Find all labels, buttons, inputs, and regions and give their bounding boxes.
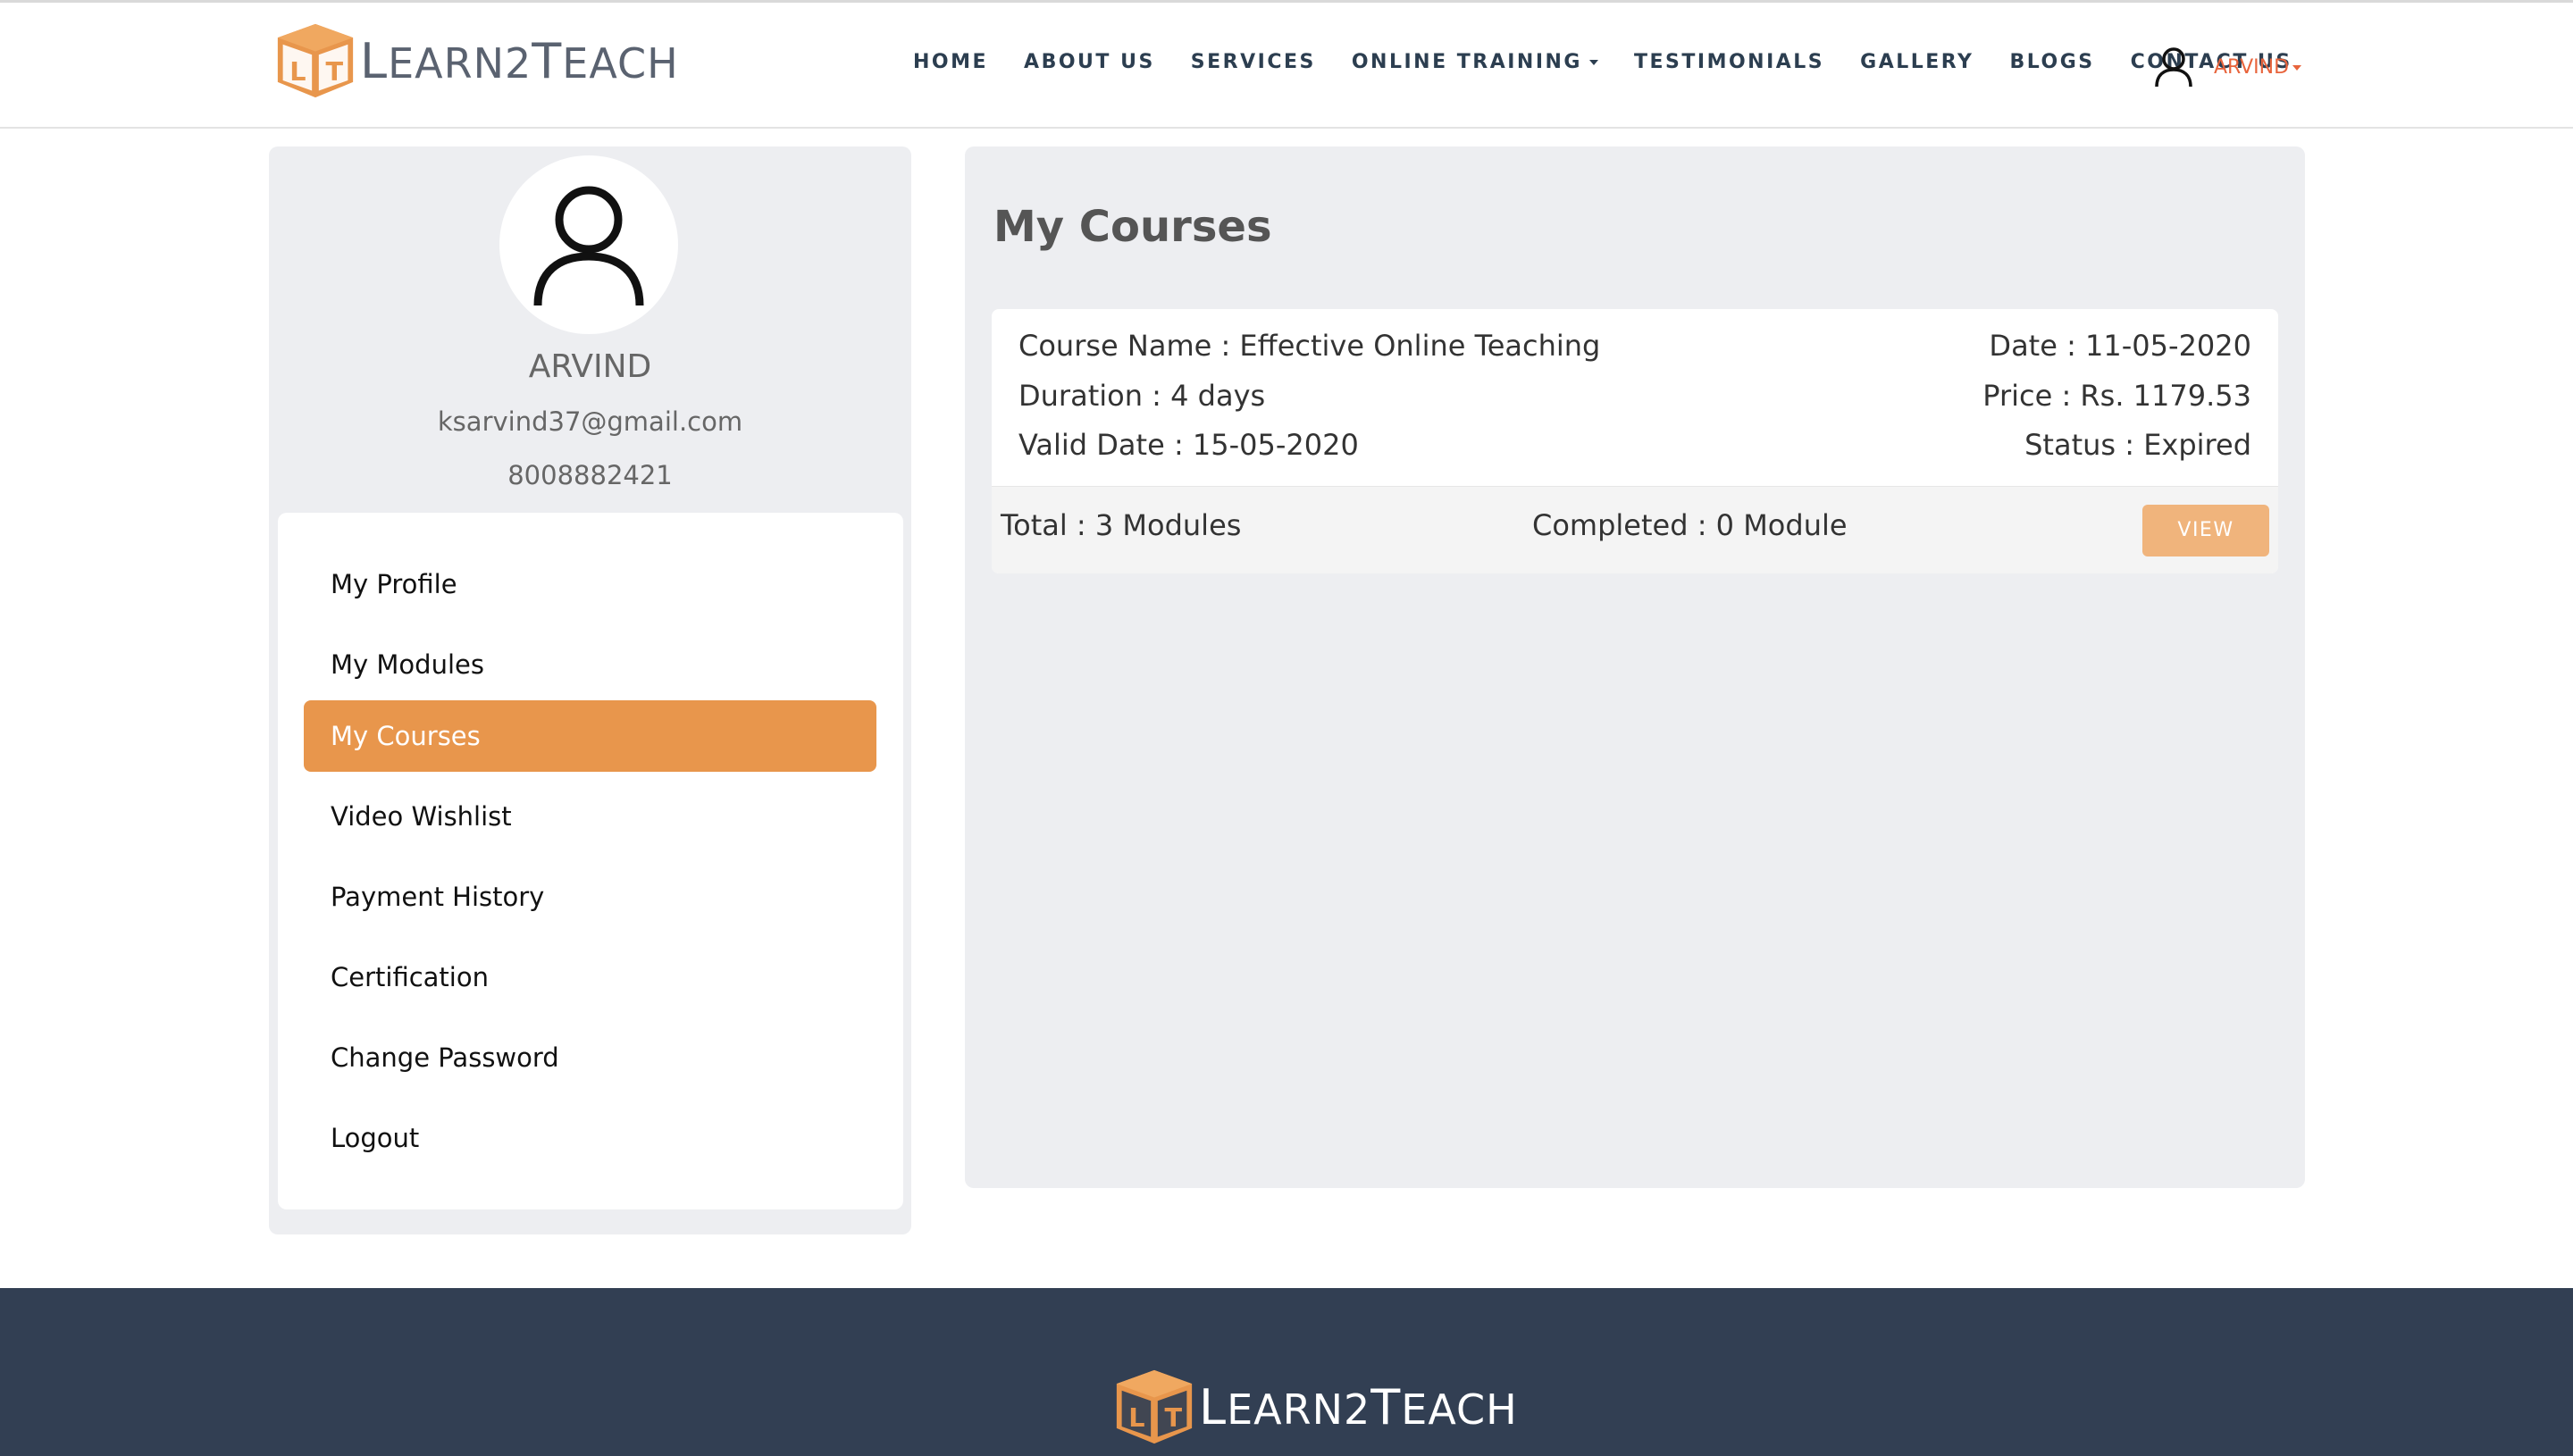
menu-item-logout[interactable]: Logout [304, 1102, 876, 1174]
course-card-footer: Total : 3 Modules Completed : 0 Module V… [992, 486, 2278, 573]
nav-online-training[interactable]: ONLINE TRAINING [1352, 51, 1598, 73]
menu-item-certification[interactable]: Certification [304, 941, 876, 1013]
course-duration: Duration : 4 days [1018, 379, 1266, 413]
site-footer: L T LEARN2TEACH [0, 1288, 2573, 1456]
user-avatar-icon [533, 186, 644, 306]
profile-name: ARVIND [528, 348, 652, 385]
course-date: Date : 11-05-2020 [1989, 329, 2251, 363]
menu-item-payment-history[interactable]: Payment History [304, 861, 876, 933]
nav-online-training-label: ONLINE TRAINING [1351, 51, 1582, 73]
page-title: My Courses [993, 202, 1272, 252]
course-status: Status : Expired [2024, 428, 2251, 462]
menu-item-video-wishlist[interactable]: Video Wishlist [304, 781, 876, 852]
cube-logo-icon: L T [277, 23, 354, 98]
course-completed-modules: Completed : 0 Module [1532, 508, 1848, 542]
footer-logo-wordmark: LEARN2TEACH [1199, 1378, 1518, 1435]
svg-text:L: L [289, 56, 306, 87]
site-logo[interactable]: L T LEARN2TEACH [272, 21, 679, 101]
course-price: Price : Rs. 1179.53 [1982, 379, 2251, 413]
menu-item-my-courses[interactable]: My Courses [304, 700, 876, 772]
user-name-dropdown[interactable]: ARVIND [2214, 55, 2302, 79]
course-valid-date: Valid Date : 15-05-2020 [1018, 428, 1359, 462]
nav-blogs[interactable]: BLOGS [2009, 51, 2094, 73]
menu-item-my-profile[interactable]: My Profile [304, 548, 876, 620]
nav-gallery[interactable]: GALLERY [1860, 51, 1974, 73]
cube-logo-icon: L T [1116, 1369, 1193, 1444]
courses-panel: My Courses Course Name : Effective Onlin… [965, 146, 2305, 1188]
course-card: Course Name : Effective Online Teaching … [992, 309, 2278, 573]
nav-home[interactable]: HOME [913, 51, 988, 73]
profile-menu: My Profile My Modules My Courses Video W… [278, 513, 903, 1209]
svg-text:T: T [325, 56, 343, 87]
menu-item-my-modules[interactable]: My Modules [304, 629, 876, 700]
footer-logo[interactable]: L T LEARN2TEACH [1111, 1367, 1518, 1447]
nav-testimonials[interactable]: TESTIMONIALS [1634, 51, 1824, 73]
course-total-modules: Total : 3 Modules [1001, 508, 1242, 542]
chevron-down-icon [1589, 60, 1598, 65]
nav-about-us[interactable]: ABOUT US [1024, 51, 1155, 73]
svg-text:T: T [1164, 1402, 1182, 1433]
profile-email: ksarvind37@gmail.com [437, 406, 743, 437]
avatar [499, 155, 678, 334]
profile-phone: 8008882421 [507, 460, 673, 490]
profile-sidebar: ARVIND ksarvind37@gmail.com 8008882421 M… [269, 146, 911, 1234]
main-nav: HOME ABOUT US SERVICES ONLINE TRAINING T… [913, 51, 2328, 73]
user-account-menu[interactable]: ARVIND [2153, 46, 2302, 88]
user-name-label: ARVIND [2214, 55, 2290, 79]
logo-wordmark: LEARN2TEACH [360, 32, 679, 89]
site-header: L T LEARN2TEACH HOME ABOUT US SERVICES O… [0, 3, 2573, 129]
course-name: Course Name : Effective Online Teaching [1018, 329, 1601, 363]
nav-services[interactable]: SERVICES [1191, 51, 1316, 73]
user-icon [2155, 47, 2192, 88]
view-course-button[interactable]: VIEW [2142, 505, 2269, 556]
svg-text:L: L [1128, 1402, 1144, 1433]
menu-item-change-password[interactable]: Change Password [304, 1022, 876, 1093]
chevron-down-icon [2292, 64, 2302, 71]
